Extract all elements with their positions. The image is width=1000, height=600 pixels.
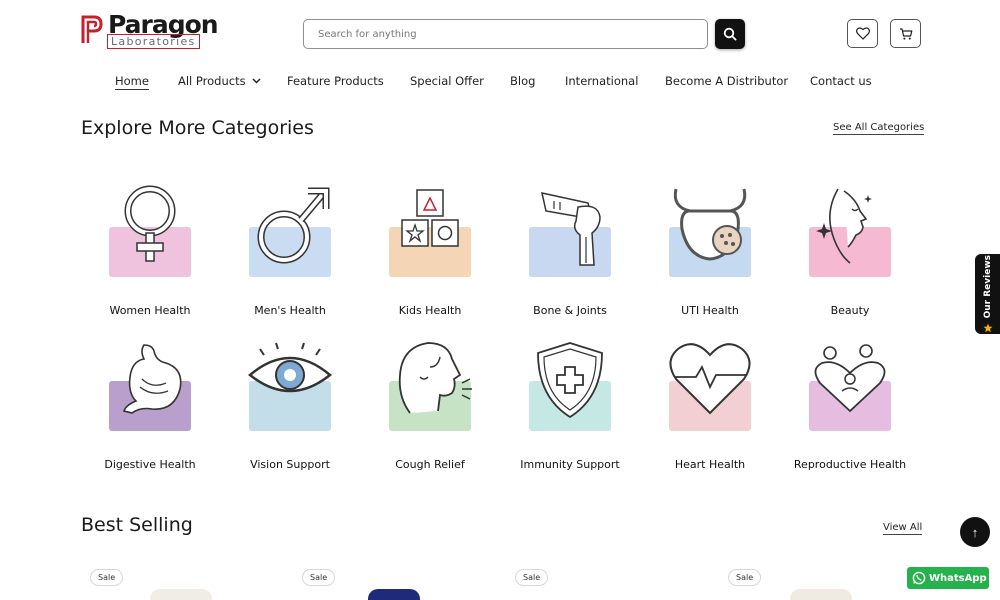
whatsapp-icon <box>912 571 926 585</box>
category-label: Heart Health <box>674 458 746 471</box>
sale-badge: Sale <box>302 569 336 586</box>
reviews-tab[interactable]: Our Reviews <box>975 254 1000 334</box>
category-label: Kids Health <box>398 304 462 317</box>
category-heart-health[interactable]: Heart Health <box>640 327 780 471</box>
brand-logo[interactable]: Paragon Laboratories <box>81 10 219 50</box>
whatsapp-label: WhatsApp <box>929 572 987 584</box>
family-heart-icon <box>814 344 886 413</box>
star-icon <box>983 323 992 332</box>
category-label: Immunity Support <box>520 458 620 471</box>
scroll-to-top-button[interactable]: ↑ <box>960 517 990 547</box>
see-all-categories-link[interactable]: See All Categories <box>833 122 925 135</box>
search-button[interactable] <box>715 19 745 49</box>
nav-label: Special Offer <box>410 74 484 88</box>
nav-label: Contact us <box>810 74 872 88</box>
main-nav: Home All Products Feature Products Speci… <box>0 74 1000 92</box>
nav-item-feature-products[interactable]: Feature Products <box>287 74 384 88</box>
logo-mark-icon <box>81 15 103 43</box>
product-image[interactable] <box>790 589 852 600</box>
arrow-up-icon: ↑ <box>971 524 979 540</box>
nav-item-become-distributor[interactable]: Become A Distributor <box>665 74 788 88</box>
nav-label: Home <box>115 74 149 90</box>
brand-subtitle: Laboratories <box>107 34 200 49</box>
category-beauty[interactable]: Beauty <box>780 173 920 317</box>
category-vision-support[interactable]: Vision Support <box>220 327 360 471</box>
whatsapp-button[interactable]: WhatsApp <box>907 567 989 589</box>
category-cough-relief[interactable]: Cough Relief <box>360 327 500 471</box>
category-label: Beauty <box>830 304 870 317</box>
nav-item-home[interactable]: Home <box>115 74 149 90</box>
category-mens-health[interactable]: Men's Health <box>220 173 360 317</box>
nav-item-all-products[interactable]: All Products <box>178 74 261 88</box>
category-kids-health[interactable]: Kids Health <box>360 173 500 317</box>
search-box <box>303 19 708 49</box>
cart-button[interactable] <box>890 19 921 48</box>
wishlist-button[interactable] <box>847 19 878 48</box>
sale-badge: Sale <box>90 569 124 586</box>
category-label: Bone & Joints <box>533 304 607 317</box>
category-label: UTI Health <box>681 304 739 317</box>
female-symbol-icon <box>124 185 176 262</box>
cart-icon <box>899 27 912 40</box>
heart-icon <box>855 27 870 40</box>
category-label: Men's Health <box>254 304 326 317</box>
chevron-down-icon <box>252 78 261 84</box>
sale-badge: Sale <box>515 569 549 586</box>
sale-badge: Sale <box>728 569 762 586</box>
category-label: Digestive Health <box>104 458 196 471</box>
category-digestive-health[interactable]: Digestive Health <box>80 327 220 471</box>
search-icon <box>723 27 737 41</box>
cough-head-icon <box>398 342 472 414</box>
knee-joint-icon <box>541 192 601 266</box>
bladder-icon <box>673 188 747 261</box>
product-image[interactable] <box>150 589 212 600</box>
nav-label: Feature Products <box>287 74 384 88</box>
nav-item-contact-us[interactable]: Contact us <box>810 74 872 88</box>
category-label: Cough Relief <box>395 458 465 471</box>
face-profile-icon <box>816 188 872 264</box>
nav-label: International <box>565 74 639 88</box>
nav-label: All Products <box>178 74 246 88</box>
category-immunity-support[interactable]: Immunity Support <box>500 327 640 471</box>
category-uti-health[interactable]: UTI Health <box>640 173 780 317</box>
product-image[interactable] <box>368 589 420 600</box>
category-bone-joints[interactable]: Bone & Joints <box>500 173 640 317</box>
categories-title: Explore More Categories <box>81 117 314 139</box>
search-input[interactable] <box>304 20 707 48</box>
category-women-health[interactable]: Women Health <box>80 173 220 317</box>
category-label: Reproductive Health <box>793 458 907 471</box>
category-label: Women Health <box>109 304 191 317</box>
shield-cross-icon <box>537 342 603 419</box>
nav-label: Become A Distributor <box>665 74 789 88</box>
category-reproductive-health[interactable]: Reproductive Health <box>780 327 920 471</box>
nav-item-international[interactable]: International <box>565 74 638 88</box>
eye-icon <box>248 342 332 393</box>
nav-item-blog[interactable]: Blog <box>510 74 535 88</box>
nav-item-special-offer[interactable]: Special Offer <box>410 74 484 88</box>
category-label: Vision Support <box>250 458 330 471</box>
male-symbol-icon <box>257 187 330 264</box>
reviews-label: Our Reviews <box>982 255 993 319</box>
nav-label: Blog <box>510 74 536 88</box>
toy-blocks-icon <box>401 189 459 247</box>
stomach-icon <box>122 344 182 414</box>
heart-pulse-icon <box>669 343 751 415</box>
best-selling-title: Best Selling <box>81 514 193 536</box>
view-all-link[interactable]: View All <box>883 522 923 535</box>
